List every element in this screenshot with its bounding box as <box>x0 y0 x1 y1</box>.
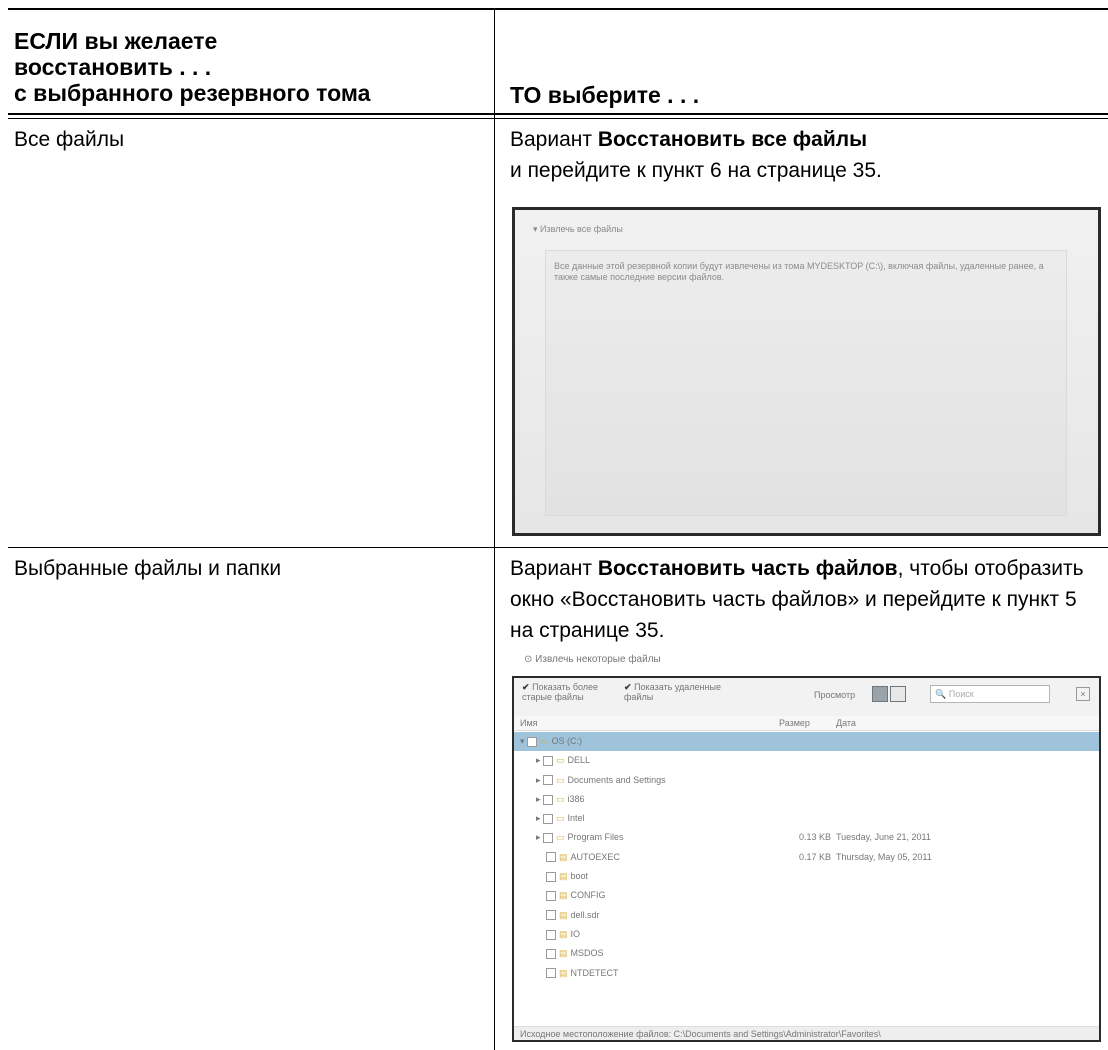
column-divider <box>494 8 495 1050</box>
row-checkbox[interactable] <box>543 833 554 844</box>
file-icon: ▤ <box>559 851 568 862</box>
row-all-files-label: Все файлы <box>14 128 125 151</box>
file-size: 0.13 KB <box>799 832 832 843</box>
row-checkbox[interactable] <box>546 929 556 940</box>
expand-icon[interactable]: ▸ <box>536 775 543 785</box>
col-size[interactable]: Размер <box>779 718 810 728</box>
option-restore-some: Восстановить часть файлов <box>597 557 898 580</box>
file-row[interactable]: ▸ ▭ Program Files 0.13 KB Tuesday, June 21,… <box>514 828 1099 847</box>
row-checkbox[interactable] <box>546 968 556 979</box>
file-row[interactable]: ▤ CONFIG <box>514 886 1099 905</box>
file-row[interactable]: ▤ IO <box>514 925 1099 944</box>
folder-icon: ▭ <box>540 736 549 746</box>
header-right: ТО выберите . . . <box>510 82 700 108</box>
table-top-rule <box>8 8 1108 10</box>
header-left: ЕСЛИ вы желаете восстановить . . . с выб… <box>14 28 371 106</box>
expand-icon[interactable]: ▸ <box>536 813 543 823</box>
file-row[interactable]: ▾ ▭ OS (C:) <box>514 732 1099 752</box>
show-old-files-checkbox[interactable]: ✔ Показать более старые файлы <box>522 682 622 702</box>
file-name: OS (C:) <box>551 736 583 746</box>
file-name: Documents and Settings <box>567 774 666 785</box>
row-checkbox[interactable] <box>546 910 556 921</box>
restore-all-panel: Все данные этой резервной копии будут из… <box>545 250 1067 516</box>
col-date[interactable]: Дата <box>836 718 856 728</box>
file-icon: ▤ <box>559 871 568 882</box>
file-name: AUTOEXEC <box>570 851 620 862</box>
row-checkbox[interactable] <box>543 755 554 766</box>
option-restore-all: Восстановить все файлы <box>597 128 868 151</box>
source-path: Исходное местоположение файлов: C:\Docum… <box>514 1026 1099 1040</box>
file-icon: ▤ <box>559 948 568 959</box>
file-row[interactable]: ▸ ▭ i386 <box>514 790 1099 809</box>
row-checkbox[interactable] <box>527 736 538 747</box>
row-checkbox[interactable] <box>543 775 554 786</box>
row-checkbox[interactable] <box>546 891 556 901</box>
folder-icon: ▭ <box>556 793 565 804</box>
file-row[interactable]: ▸ ▭ Intel <box>514 809 1099 828</box>
file-row[interactable]: ▤ MSDOS <box>514 944 1099 963</box>
file-name: Intel <box>567 813 585 824</box>
folder-icon: ▭ <box>556 813 565 824</box>
folder-icon: ▭ <box>556 755 565 766</box>
file-list: ▾ ▭ OS (C:) ▸ ▭ DELL ▸ ▭ Documents and Settin… <box>514 732 1099 983</box>
row-divider <box>8 547 1108 548</box>
row-selected-files-instruction: Вариант Восстановить часть файлов, чтобы… <box>510 557 1084 642</box>
search-input[interactable]: 🔍 Поиск <box>930 685 1050 703</box>
file-date: Tuesday, June 21, 2011 <box>836 832 931 843</box>
folder-icon: ▭ <box>556 832 565 843</box>
file-icon: ▤ <box>559 890 568 901</box>
file-name: i386 <box>567 793 585 804</box>
row-checkbox[interactable] <box>543 794 554 805</box>
row-checkbox[interactable] <box>546 948 556 959</box>
restore-some-toolbar: ✔ Показать более старые файлы ✔ Показать… <box>514 678 1099 716</box>
folder-icon: ▭ <box>556 774 565 785</box>
screenshot-restore-some: ⊙ Извлечь некоторые файлы ✔ Показать бол… <box>512 654 1101 1042</box>
restore-some-title: ⊙ Извлечь некоторые файлы <box>524 654 661 665</box>
expand-icon[interactable]: ▸ <box>536 755 543 765</box>
file-name: IO <box>570 928 581 939</box>
file-name: dell.sdr <box>570 909 600 920</box>
file-row[interactable]: ▸ ▭ DELL <box>514 751 1099 770</box>
file-row[interactable]: ▤ boot <box>514 867 1099 886</box>
screenshot-restore-all: ▾ Извлечь все файлы Все данные этой резе… <box>512 207 1101 536</box>
file-icon: ▤ <box>559 967 568 978</box>
restore-all-description: Все данные этой резервной копии будут из… <box>554 261 1044 282</box>
file-name: NTDETECT <box>570 967 619 978</box>
file-name: CONFIG <box>570 890 606 901</box>
file-name: MSDOS <box>570 948 604 959</box>
file-date: Thursday, May 05, 2011 <box>836 851 932 862</box>
file-icon: ▤ <box>559 909 568 920</box>
file-row[interactable]: ▤ AUTOEXEC 0.17 KB Thursday, May 05, 2011 <box>514 848 1099 867</box>
close-icon[interactable]: × <box>1076 687 1090 701</box>
list-view-icon[interactable] <box>872 686 888 702</box>
file-row[interactable]: ▤ dell.sdr <box>514 906 1099 925</box>
row-checkbox[interactable] <box>546 852 556 863</box>
collapse-icon[interactable]: ▾ <box>520 736 527 746</box>
file-icon: ▤ <box>559 928 568 939</box>
restore-all-title: ▾ Извлечь все файлы <box>533 224 623 234</box>
row-checkbox[interactable] <box>546 871 556 882</box>
file-name: boot <box>570 871 589 882</box>
file-row[interactable]: ▤ NTDETECT <box>514 964 1099 983</box>
row-checkbox[interactable] <box>543 813 554 824</box>
expand-icon[interactable]: ▸ <box>536 794 543 804</box>
expand-icon[interactable]: ▸ <box>536 832 543 842</box>
file-row[interactable]: ▸ ▭ Documents and Settings <box>514 771 1099 790</box>
file-name: Program Files <box>567 832 624 843</box>
search-view-icon[interactable] <box>890 686 906 702</box>
row-selected-files-label: Выбранные файлы и папки <box>14 557 282 580</box>
file-list-header: Имя Размер Дата <box>514 716 1099 731</box>
view-label: Просмотр <box>814 690 856 700</box>
col-name[interactable]: Имя <box>520 718 538 728</box>
header-rule-double <box>8 118 1108 119</box>
row-all-files-instruction: Вариант Восстановить все файлы и перейди… <box>510 128 882 182</box>
header-rule <box>8 113 1108 115</box>
file-size: 0.17 KB <box>799 851 832 862</box>
show-deleted-files-checkbox[interactable]: ✔ Показать удаленные файлы <box>624 682 724 702</box>
file-name: DELL <box>567 755 591 766</box>
